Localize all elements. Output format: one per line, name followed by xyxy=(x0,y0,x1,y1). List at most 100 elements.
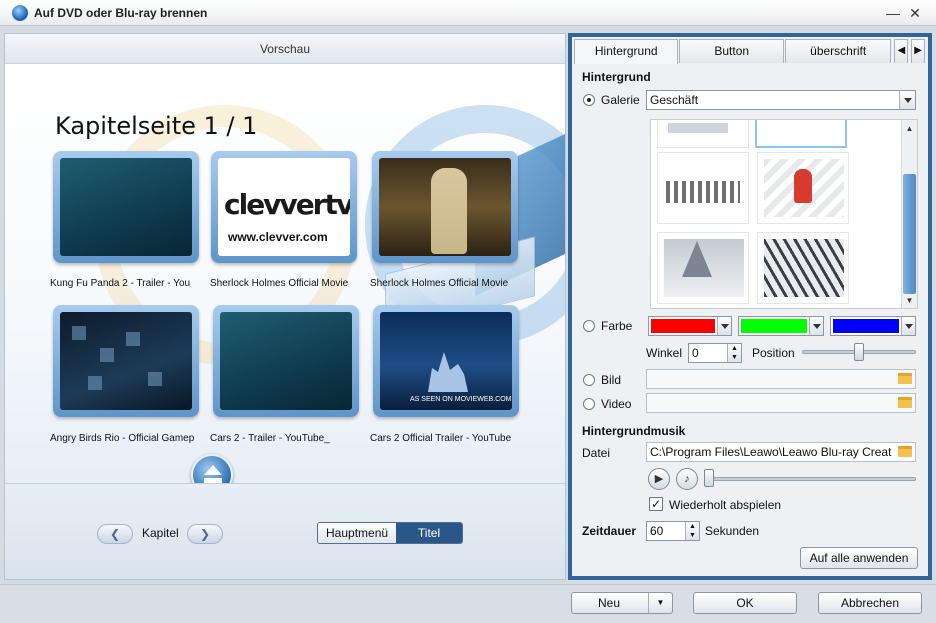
chapter-page-heading: Kapitelseite 1 / 1 xyxy=(55,112,258,140)
settings-tabs: Hintergrund Button überschrift ◀ ▶ xyxy=(574,39,926,64)
bild-radio[interactable] xyxy=(583,374,595,386)
repeat-checkbox[interactable]: ✓ xyxy=(649,497,663,511)
chevron-down-icon xyxy=(899,91,915,109)
color-swatch xyxy=(651,319,715,333)
gallery-item[interactable] xyxy=(657,232,749,304)
thumbnail-label: Sherlock Holmes Official Movie xyxy=(370,278,509,289)
bild-label: Bild xyxy=(601,373,622,387)
prev-chapter-button[interactable]: ❮ xyxy=(97,524,133,544)
next-chapter-button[interactable]: ❯ xyxy=(187,524,223,544)
position-slider-knob[interactable] xyxy=(854,343,864,361)
gallery-image xyxy=(668,123,728,133)
gallery-scrollbar[interactable]: ▲ ▼ xyxy=(901,120,917,308)
color-select-3[interactable] xyxy=(830,316,916,336)
scrollbar-thumb[interactable] xyxy=(903,174,916,294)
settings-panel: Hintergrund Button überschrift ◀ ▶ Hinte… xyxy=(568,33,932,580)
preview-nav-bar: ❮ Kapitel ❯ Hauptmenü Titel xyxy=(5,483,565,579)
folder-icon[interactable] xyxy=(898,373,912,384)
scroll-down-icon[interactable]: ▼ xyxy=(902,294,917,308)
tab-scroll-right-icon[interactable]: ▶ xyxy=(911,39,926,63)
chapter-thumbnail[interactable] xyxy=(213,305,359,417)
new-button-label: Neu xyxy=(598,596,621,610)
thumbnail-image: AS SEEN ON MOVIEWEB.COM xyxy=(380,312,512,410)
folder-icon[interactable] xyxy=(898,446,912,457)
winkel-label: Winkel xyxy=(646,346,683,360)
eject-button[interactable] xyxy=(191,454,233,483)
gallery-item[interactable] xyxy=(757,232,849,304)
thumbnail-image xyxy=(60,158,192,256)
thumbnail-label: Kung Fu Panda 2 - Trailer - You xyxy=(50,278,191,289)
chapter-label: Kapitel xyxy=(142,526,179,540)
thumbnail-image xyxy=(379,158,511,256)
thumbnail-image: clevvertv www.clevver.com xyxy=(218,158,350,256)
datei-label: Datei xyxy=(582,446,611,460)
new-button[interactable]: Neu ▼ xyxy=(571,592,673,614)
color-select-1[interactable] xyxy=(648,316,732,336)
gallery-item[interactable] xyxy=(657,120,749,148)
zeitdauer-input[interactable]: 60 ▲ ▼ xyxy=(646,521,700,541)
cancel-button[interactable]: Abbrechen xyxy=(818,592,922,614)
spinner-arrows-icon[interactable]: ▲ ▼ xyxy=(685,522,699,540)
minimize-icon[interactable]: — xyxy=(884,4,902,22)
datei-path-field[interactable]: C:\Program Files\Leawo\Leawo Blu-ray Cre… xyxy=(646,442,916,462)
thumbnail-shape xyxy=(148,372,162,386)
chevron-down-icon[interactable]: ▼ xyxy=(648,593,672,613)
title-bar: Auf DVD oder Blu-ray brennen — ✕ xyxy=(0,0,936,26)
main-menu-button[interactable]: Hauptmenü xyxy=(318,523,397,543)
galerie-select-value: Geschäft xyxy=(650,93,699,107)
tab-scroll-left-icon[interactable]: ◀ xyxy=(894,39,909,63)
farbe-label: Farbe xyxy=(601,319,633,333)
clevver-logo: clevvertv xyxy=(224,188,350,221)
chapter-thumbnail[interactable] xyxy=(53,305,199,417)
folder-icon[interactable] xyxy=(898,397,912,408)
gallery-item[interactable] xyxy=(757,152,849,224)
close-icon[interactable]: ✕ xyxy=(906,4,924,22)
datei-path-value: C:\Program Files\Leawo\Leawo Blu-ray Cre… xyxy=(650,445,892,459)
app-icon xyxy=(12,4,28,21)
tab-button[interactable]: Button xyxy=(679,39,784,63)
preview-panel: Vorschau Kapitelseite 1 / 1 Kung Fu Pand… xyxy=(4,33,566,580)
bild-path-field[interactable] xyxy=(646,369,916,389)
gallery-image xyxy=(764,239,844,297)
play-button[interactable]: ▶ xyxy=(648,468,670,490)
ok-button[interactable]: OK xyxy=(693,592,797,614)
music-section-title: Hintergrundmusik xyxy=(582,424,686,438)
zeitdauer-value: 60 xyxy=(650,524,664,538)
chapter-thumbnail[interactable] xyxy=(53,151,199,263)
chapter-thumbnail[interactable]: AS SEEN ON MOVIEWEB.COM xyxy=(373,305,519,417)
sekunden-label: Sekunden xyxy=(705,524,760,538)
scroll-up-icon[interactable]: ▲ xyxy=(902,122,917,136)
thumbnail-label: Cars 2 - Trailer - YouTube_ xyxy=(210,433,330,444)
chapter-thumbnail[interactable] xyxy=(372,151,518,263)
video-radio[interactable] xyxy=(583,398,595,410)
tab-hintergrund[interactable]: Hintergrund xyxy=(574,39,679,64)
menu-toggle: Hauptmenü Titel xyxy=(317,522,464,544)
preview-canvas: Kapitelseite 1 / 1 Kung Fu Panda 2 - Tra… xyxy=(5,65,565,483)
music-note-icon[interactable]: ♪ xyxy=(676,468,698,490)
galerie-select[interactable]: Geschäft xyxy=(646,90,916,110)
window-title: Auf DVD oder Blu-ray brennen xyxy=(34,5,208,20)
galerie-radio[interactable] xyxy=(583,94,595,106)
title-menu-button[interactable]: Titel xyxy=(396,523,463,543)
thumbnail-image xyxy=(220,312,352,410)
music-progress-knob[interactable] xyxy=(704,469,714,487)
dialog-footer: Neu ▼ OK Abbrechen xyxy=(0,584,936,623)
video-path-field[interactable] xyxy=(646,393,916,413)
apply-all-button[interactable]: Auf alle anwenden xyxy=(800,547,918,569)
music-progress-slider[interactable] xyxy=(704,477,916,481)
thumbnail-shape xyxy=(88,376,102,390)
settings-frame: Hintergrund Button überschrift ◀ ▶ Hinte… xyxy=(572,37,928,576)
color-select-2[interactable] xyxy=(738,316,824,336)
clevver-url: www.clevver.com xyxy=(228,230,328,244)
spinner-arrows-icon[interactable]: ▲ ▼ xyxy=(727,344,741,362)
tab-ueberschrift[interactable]: überschrift xyxy=(784,39,892,63)
farbe-radio[interactable] xyxy=(583,320,595,332)
gallery-image xyxy=(666,181,740,203)
gallery-figure xyxy=(794,169,812,203)
preview-header: Vorschau xyxy=(5,34,565,64)
gallery-item-selected[interactable] xyxy=(755,120,847,148)
chapter-thumbnail[interactable]: clevvertv www.clevver.com xyxy=(211,151,357,263)
winkel-input[interactable]: 0 ▲ ▼ xyxy=(688,343,742,363)
gallery-item[interactable] xyxy=(657,152,749,224)
thumbnail-shape xyxy=(72,326,86,340)
